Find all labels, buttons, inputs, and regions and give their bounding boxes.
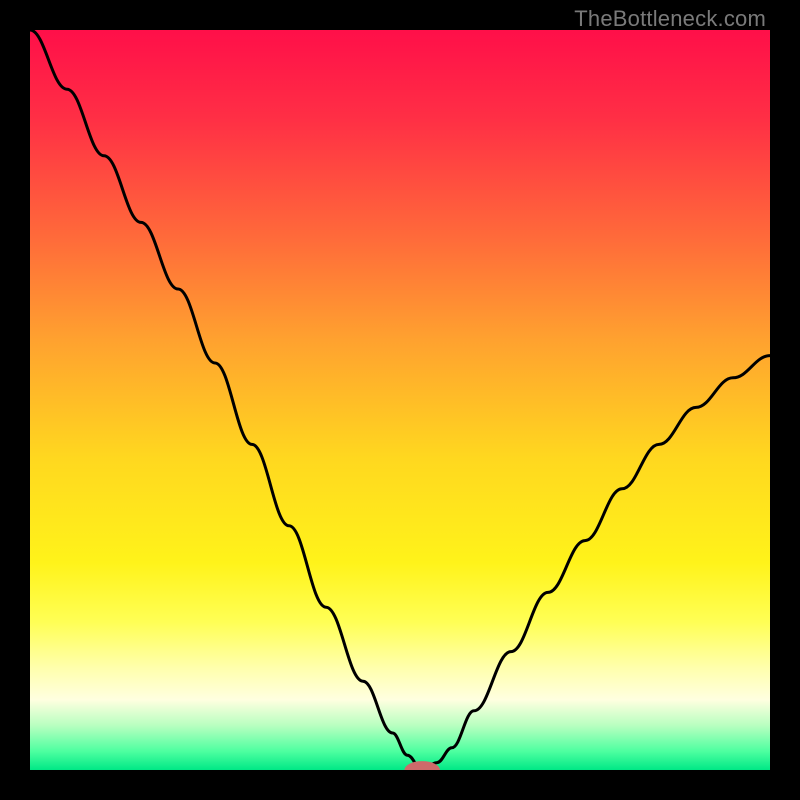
plot-area (30, 30, 770, 770)
watermark-text: TheBottleneck.com (574, 6, 766, 32)
bottleneck-curve (30, 30, 770, 770)
chart-svg (30, 30, 770, 770)
chart-frame: TheBottleneck.com (0, 0, 800, 800)
